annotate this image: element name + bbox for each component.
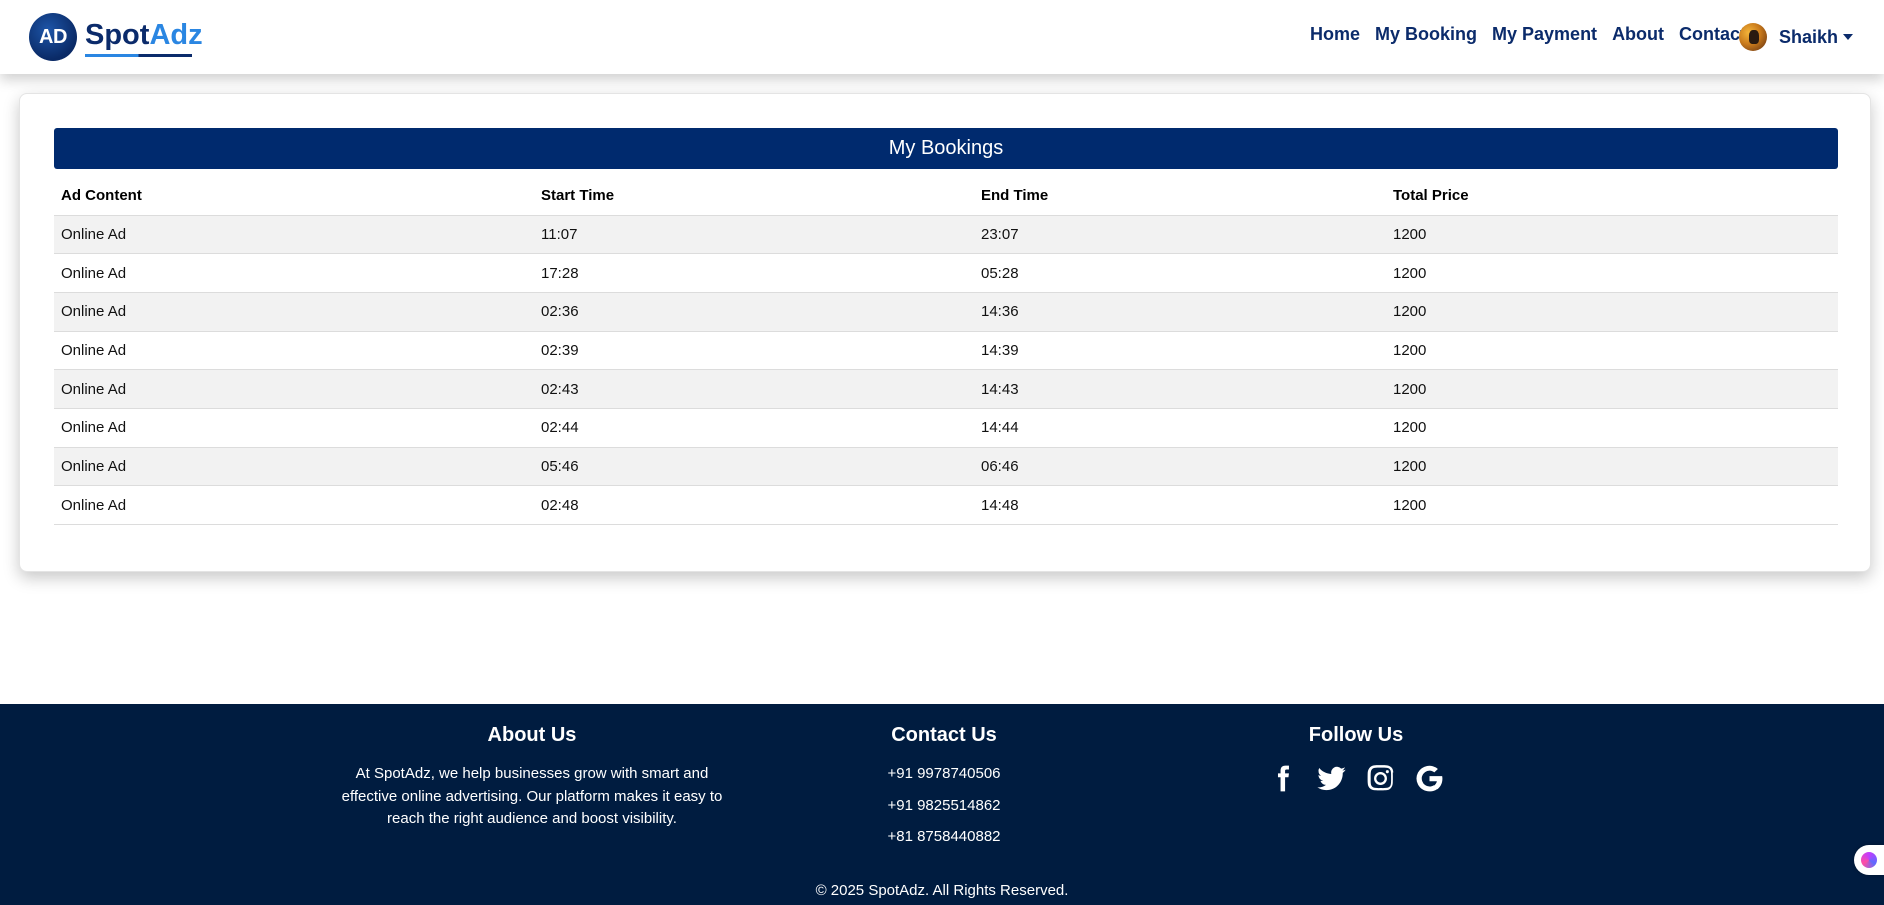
cell-end-time: 14:39	[974, 331, 1386, 371]
footer-contact: Contact Us +91 9978740506 +91 9825514862…	[844, 724, 1044, 858]
footer-phone[interactable]: +91 9825514862	[844, 795, 1044, 827]
cell-start-time: 02:43	[534, 369, 974, 409]
cell-total-price: 1200	[1386, 331, 1838, 371]
header-total-price: Total Price	[1386, 177, 1838, 216]
cell-end-time: 06:46	[974, 447, 1386, 487]
cell-ad-content: Online Ad	[54, 447, 534, 487]
table-row: Online Ad 02:36 14:36 1200	[54, 292, 1838, 332]
avatar	[1739, 23, 1767, 51]
cell-ad-content: Online Ad	[54, 408, 534, 448]
bookings-title: My Bookings	[54, 128, 1838, 169]
footer-follow-title: Follow Us	[1308, 724, 1404, 746]
cell-total-price: 1200	[1386, 447, 1838, 487]
nav-home[interactable]: Home	[1310, 24, 1360, 45]
cell-end-time: 14:48	[974, 485, 1386, 525]
table-row: Online Ad 02:48 14:48 1200	[54, 485, 1838, 525]
header-end-time: End Time	[974, 177, 1386, 216]
cell-end-time: 14:44	[974, 408, 1386, 448]
table-header-row: Ad Content Start Time End Time Total Pri…	[54, 177, 1838, 216]
footer-contact-title: Contact Us	[891, 724, 997, 746]
cell-ad-content: Online Ad	[54, 215, 534, 255]
header-start-time: Start Time	[534, 177, 974, 216]
table-row: Online Ad 02:43 14:43 1200	[54, 369, 1838, 409]
brand-underline	[85, 54, 192, 57]
assistant-icon	[1861, 852, 1877, 868]
footer-follow: Follow Us	[1256, 724, 1456, 794]
nav-contact[interactable]: Contact	[1679, 24, 1746, 45]
cell-total-price: 1200	[1386, 485, 1838, 525]
table-row: Online Ad 17:28 05:28 1200	[54, 253, 1838, 293]
cell-total-price: 1200	[1386, 408, 1838, 448]
footer-about: About Us At SpotAdz, we help businesses …	[336, 724, 728, 831]
logo-badge[interactable]: AD	[29, 13, 77, 61]
footer: About Us At SpotAdz, we help businesses …	[0, 704, 1884, 905]
navbar: AD SpotAdz Home My Booking My Payment Ab…	[0, 0, 1884, 74]
brand-name-part2: Adz	[149, 19, 203, 51]
table-row: Online Ad 11:07 23:07 1200	[54, 215, 1838, 255]
nav-my-booking[interactable]: My Booking	[1375, 24, 1477, 45]
cell-total-price: 1200	[1386, 215, 1838, 255]
cell-ad-content: Online Ad	[54, 331, 534, 371]
cell-ad-content: Online Ad	[54, 485, 534, 525]
nav-my-payment[interactable]: My Payment	[1492, 24, 1597, 45]
cell-start-time: 02:36	[534, 292, 974, 332]
nav-links: Home My Booking My Payment About Contact	[1310, 24, 1761, 45]
cell-total-price: 1200	[1386, 292, 1838, 332]
cell-end-time: 14:36	[974, 292, 1386, 332]
twitter-icon[interactable]	[1316, 763, 1347, 794]
header-ad-content: Ad Content	[54, 177, 534, 216]
copyright-text: © 2025 SpotAdz. All Rights Reserved.	[815, 882, 1069, 899]
nav-about[interactable]: About	[1612, 24, 1664, 45]
cell-total-price: 1200	[1386, 253, 1838, 293]
user-menu[interactable]: Shaikh	[1739, 23, 1854, 51]
caret-down-icon	[1843, 34, 1854, 40]
cell-ad-content: Online Ad	[54, 292, 534, 332]
table-row: Online Ad 02:44 14:44 1200	[54, 408, 1838, 448]
cell-start-time: 17:28	[534, 253, 974, 293]
brand-name-part1: Spot	[85, 19, 150, 51]
cell-end-time: 05:28	[974, 253, 1386, 293]
footer-phone[interactable]: +81 8758440882	[844, 826, 1044, 858]
cell-end-time: 14:43	[974, 369, 1386, 409]
bookings-table: Ad Content Start Time End Time Total Pri…	[54, 177, 1838, 525]
cell-ad-content: Online Ad	[54, 253, 534, 293]
footer-phone[interactable]: +91 9978740506	[844, 763, 1044, 795]
instagram-icon[interactable]	[1365, 763, 1396, 794]
social-links	[1256, 763, 1456, 794]
facebook-icon[interactable]	[1267, 763, 1298, 794]
cell-end-time: 23:07	[974, 215, 1386, 255]
footer-about-text: At SpotAdz, we help businesses grow with…	[341, 765, 723, 827]
bookings-card: My Bookings Ad Content Start Time End Ti…	[19, 93, 1871, 572]
cell-start-time: 11:07	[534, 215, 974, 255]
cell-start-time: 02:44	[534, 408, 974, 448]
assistant-launcher[interactable]	[1854, 845, 1884, 875]
google-icon[interactable]	[1414, 763, 1445, 794]
brand-name[interactable]: SpotAdz	[85, 18, 203, 52]
footer-about-title: About Us	[487, 724, 577, 746]
cell-start-time: 02:39	[534, 331, 974, 371]
table-row: Online Ad 05:46 06:46 1200	[54, 447, 1838, 487]
cell-total-price: 1200	[1386, 369, 1838, 409]
cell-start-time: 05:46	[534, 447, 974, 487]
user-name: Shaikh	[1779, 26, 1839, 47]
cell-ad-content: Online Ad	[54, 369, 534, 409]
cell-start-time: 02:48	[534, 485, 974, 525]
table-row: Online Ad 02:39 14:39 1200	[54, 331, 1838, 371]
